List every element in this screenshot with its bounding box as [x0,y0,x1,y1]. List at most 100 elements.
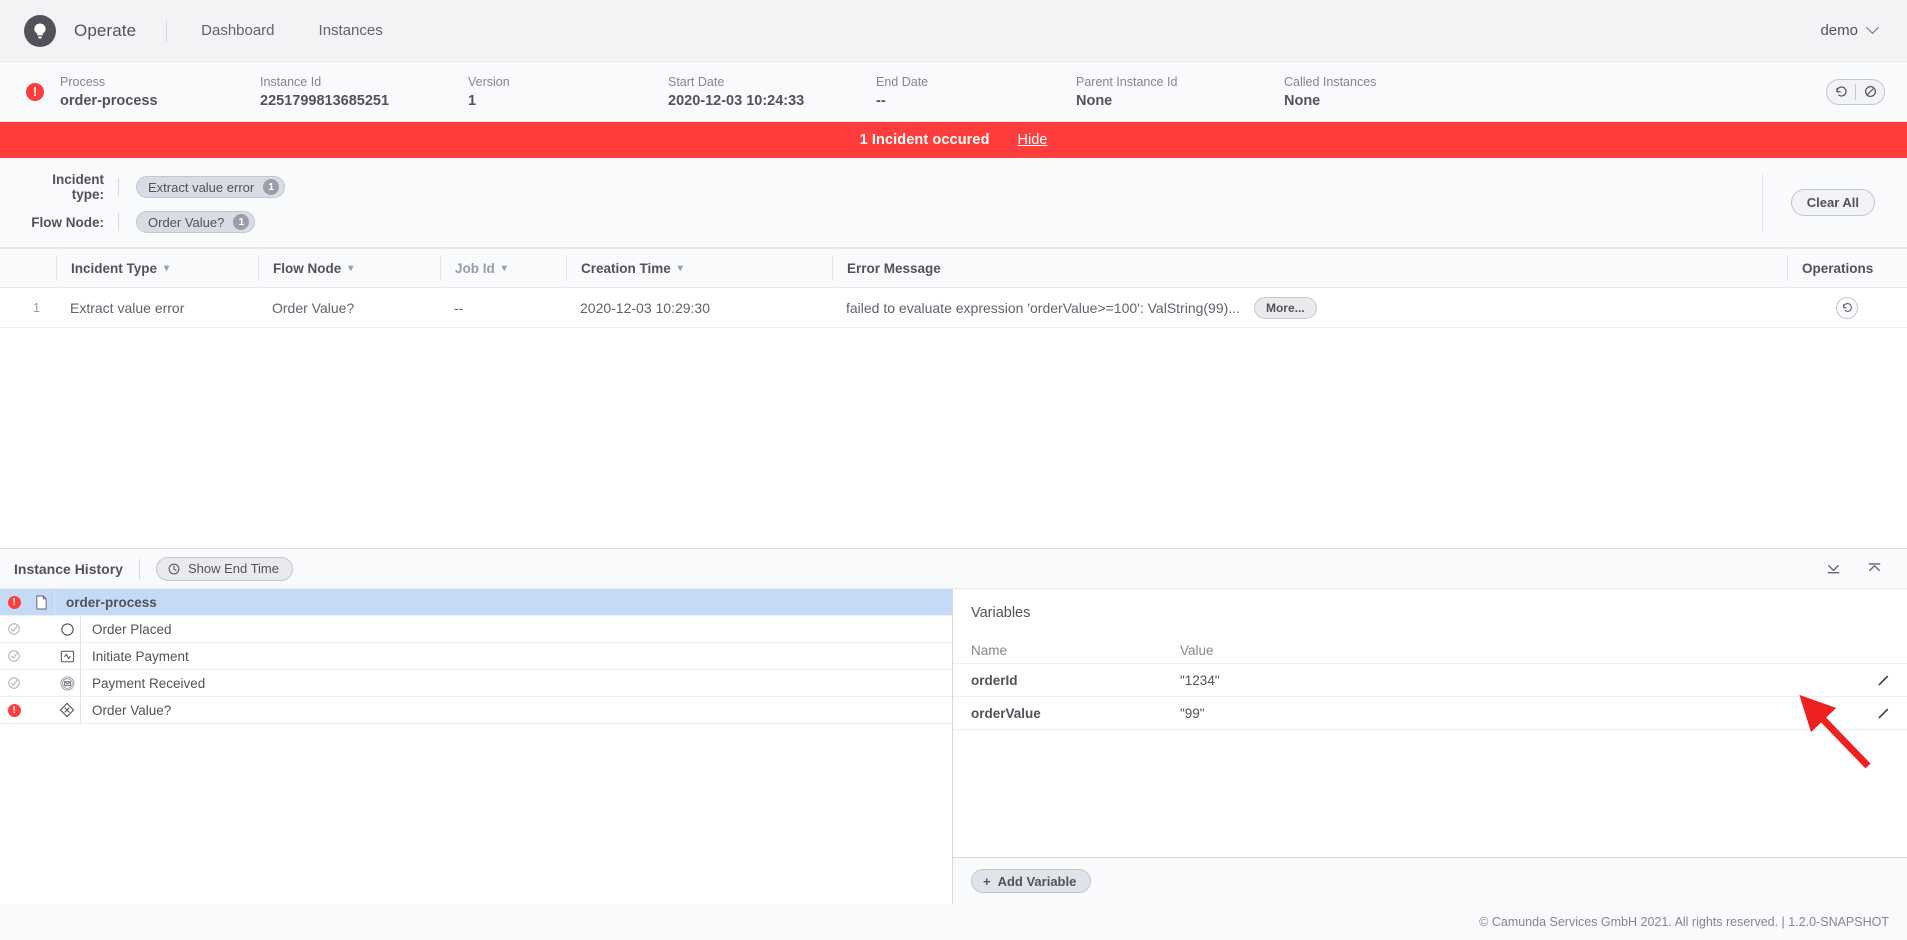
chevron-down-icon: ▾ [502,263,507,274]
cell-flow-node: Order Value? [258,300,440,316]
show-end-time-button[interactable]: Show End Time [156,557,293,581]
collapse-up-button[interactable] [1866,560,1883,577]
meta-parent-instance-id: Parent Instance Id None [1076,75,1284,109]
incidents-table-empty-space [0,328,1907,548]
bottom-panel-body: ! order-process [0,589,1907,904]
meta-end-date-value: -- [876,93,1076,109]
chevron-down-icon: ▾ [348,263,353,274]
meta-version-value: 1 [468,93,668,109]
meta-start-date: Start Date 2020-12-03 10:24:33 [668,75,876,109]
header-incident-type[interactable]: Incident Type ▾ [56,255,258,281]
header-error-message-label: Error Message [847,261,941,276]
incidents-table: Incident Type ▾ Flow Node ▾ Job Id ▾ Cre… [0,248,1907,328]
meta-end-date-label: End Date [876,75,1076,89]
panel-collapse-controls [1825,560,1893,577]
service-task-icon [54,650,80,663]
user-name: demo [1820,22,1858,39]
bottom-header-divider [139,559,140,579]
history-node-label: Order Value? [81,703,171,718]
meta-start-date-label: Start Date [668,75,876,89]
instance-operations-group [1826,79,1885,105]
nav-links: Dashboard Instances [201,22,383,39]
incidents-table-header: Incident Type ▾ Flow Node ▾ Job Id ▾ Cre… [0,248,1907,288]
meta-instance-id-label: Instance Id [260,75,468,89]
top-navigation-bar: Operate Dashboard Instances demo [0,0,1907,62]
history-node-label: order-process [55,595,157,610]
clear-all-button[interactable]: Clear All [1791,189,1875,216]
filter-pill-extract-value-error[interactable]: Extract value error 1 [136,176,285,198]
more-button[interactable]: More... [1254,297,1317,319]
history-node-label: Payment Received [81,676,205,691]
header-job-id-label: Job Id [455,261,495,276]
filter-pill-order-value[interactable]: Order Value? 1 [136,211,255,233]
collapse-down-button[interactable] [1825,560,1842,577]
clear-all-divider [1762,174,1763,232]
table-row[interactable]: 1 Extract value error Order Value? -- 20… [0,288,1907,328]
history-node-payment-received[interactable]: Payment Received [0,670,952,697]
meta-instance-id: Instance Id 2251799813685251 [260,75,468,109]
process-file-icon [28,595,54,610]
variables-table-header: Name Value [953,621,1907,663]
history-node-body: Payment Received [28,670,952,696]
cell-error-message: failed to evaluate expression 'orderValu… [832,297,1787,319]
variables-header-name: Name [953,643,1180,658]
error-message-text: failed to evaluate expression 'orderValu… [846,300,1240,316]
filter-row-flow-node: Flow Node: Order Value? 1 [26,211,1762,233]
variables-header-value: Value [1180,643,1859,658]
cell-row-number: 1 [0,301,56,315]
history-node-order-process[interactable]: ! order-process [0,589,952,616]
nav-dashboard[interactable]: Dashboard [201,22,274,39]
history-node-body: Order Value? [28,697,952,723]
bottom-panel-header: Instance History Show End Time [0,549,1907,589]
message-event-icon [54,676,80,691]
header-incident-type-label: Incident Type [71,261,157,276]
cell-creation-time: 2020-12-03 10:29:30 [566,300,832,316]
filter-label-incident-type: Incident type: [26,172,118,202]
header-flow-node[interactable]: Flow Node ▾ [258,255,440,281]
incident-error-icon: ! [26,83,44,101]
meta-called-instances: Called Instances None [1284,75,1484,109]
history-node-initiate-payment[interactable]: Initiate Payment [0,643,952,670]
header-operations-label: Operations [1802,261,1873,276]
instance-meta-grid: Process order-process Instance Id 225179… [60,75,1826,109]
node-state-completed-icon [0,676,28,690]
variable-name: orderId [953,673,1180,688]
history-node-order-value[interactable]: ! Order Value? [0,697,952,724]
variable-row-orderId: orderId "1234" [953,663,1907,696]
history-node-body: Initiate Payment [28,643,952,669]
meta-process-value: order-process [60,93,260,109]
cell-job-id: -- [440,300,566,316]
cancel-instance-button[interactable] [1856,79,1884,105]
filter-divider [118,213,119,231]
history-node-order-placed[interactable]: Order Placed [0,616,952,643]
edit-variable-button[interactable] [1859,673,1907,688]
camunda-logo-icon [24,15,56,47]
nav-instances[interactable]: Instances [319,22,383,39]
history-node-body: order-process [28,589,952,615]
retry-instance-button[interactable] [1827,79,1855,105]
meta-process-label: Process [60,75,260,89]
edit-variable-button[interactable] [1859,706,1907,721]
filter-row-incident-type: Incident type: Extract value error 1 [26,172,1762,202]
add-variable-button[interactable]: + Add Variable [971,869,1091,893]
user-menu[interactable]: demo [1820,22,1883,39]
incident-banner: 1 Incident occured Hide [0,122,1907,158]
variable-value: "1234" [1180,673,1859,688]
incident-banner-hide-link[interactable]: Hide [1018,132,1048,148]
variable-value: "99" [1180,706,1859,721]
history-node-body: Order Placed [28,616,952,642]
meta-end-date: End Date -- [876,75,1076,109]
history-node-label: Initiate Payment [81,649,189,664]
incident-filter-panel: Incident type: Extract value error 1 Flo… [0,158,1907,248]
node-state-completed-icon [0,622,28,636]
add-variable-label: Add Variable [998,874,1077,889]
header-creation-time[interactable]: Creation Time ▾ [566,255,832,281]
meta-process: Process order-process [60,75,260,109]
pencil-icon [1876,673,1891,688]
collapse-up-icon [1866,560,1883,577]
brand-area[interactable]: Operate [24,15,136,47]
row-retry-button[interactable] [1836,297,1858,319]
instance-header: ! Process order-process Instance Id 2251… [0,62,1907,122]
header-job-id[interactable]: Job Id ▾ [440,255,566,281]
variable-name: orderValue [953,706,1180,721]
